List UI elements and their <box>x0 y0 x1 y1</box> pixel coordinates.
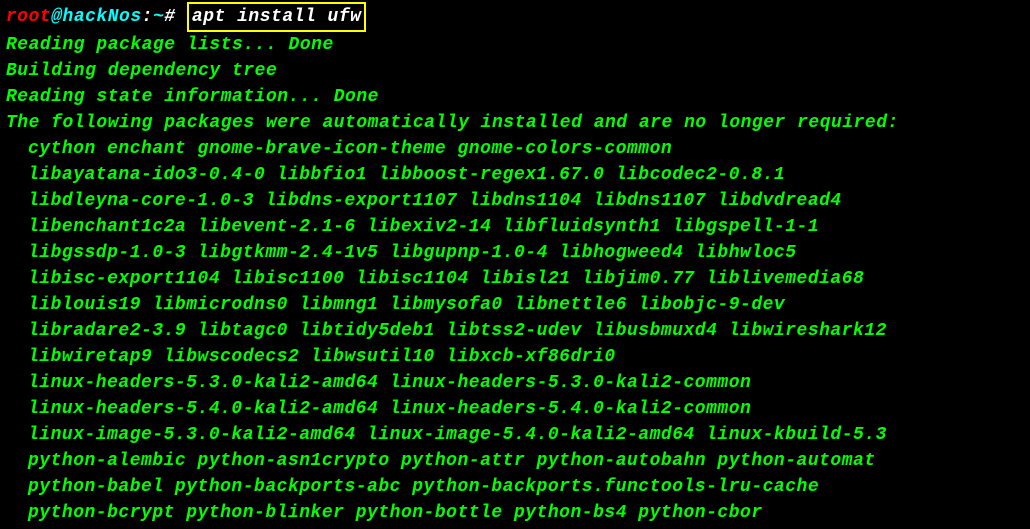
prompt-host: hackNos <box>63 7 142 27</box>
package-line: linux-headers-5.3.0-kali2-amd64 linux-he… <box>6 370 1024 396</box>
package-line: linux-headers-5.4.0-kali2-amd64 linux-he… <box>6 396 1024 422</box>
package-line: libradare2-3.9 libtagc0 libtidy5deb1 lib… <box>6 318 1024 344</box>
prompt-at: @ <box>51 7 62 27</box>
command-highlight-box: apt install ufw <box>187 2 367 32</box>
prompt-path: ~ <box>153 7 164 27</box>
package-line: libenchant1c2a libevent-2.1-6 libexiv2-1… <box>6 214 1024 240</box>
output-line: Building dependency tree <box>6 58 1024 84</box>
output-line: Reading state information... Done <box>6 84 1024 110</box>
command-text: apt install ufw <box>192 7 362 27</box>
package-line: python-babel python-backports-abc python… <box>6 474 1024 500</box>
package-line: linux-image-5.3.0-kali2-amd64 linux-imag… <box>6 422 1024 448</box>
package-line: libwiretap9 libwscodecs2 libwsutil10 lib… <box>6 344 1024 370</box>
output-line: Reading package lists... Done <box>6 32 1024 58</box>
package-line: liblouis19 libmicrodns0 libmng1 libmysof… <box>6 292 1024 318</box>
package-line: libgssdp-1.0-3 libgtkmm-2.4-1v5 libgupnp… <box>6 240 1024 266</box>
package-line: python-alembic python-asn1crypto python-… <box>6 448 1024 474</box>
prompt-colon: : <box>142 7 153 27</box>
package-line: libdleyna-core-1.0-3 libdns-export1107 l… <box>6 188 1024 214</box>
package-line: python-bcrypt python-blinker python-bott… <box>6 500 1024 526</box>
prompt-user: root <box>6 7 51 27</box>
output-line: The following packages were automaticall… <box>6 110 1024 136</box>
terminal-prompt-line[interactable]: root@hackNos:~# apt install ufw <box>6 2 1024 32</box>
prompt-space <box>176 7 187 27</box>
package-line: cython enchant gnome-brave-icon-theme gn… <box>6 136 1024 162</box>
package-line: libisc-export1104 libisc1100 libisc1104 … <box>6 266 1024 292</box>
package-line: libayatana-ido3-0.4-0 libbfio1 libboost-… <box>6 162 1024 188</box>
prompt-hash: # <box>164 7 175 27</box>
